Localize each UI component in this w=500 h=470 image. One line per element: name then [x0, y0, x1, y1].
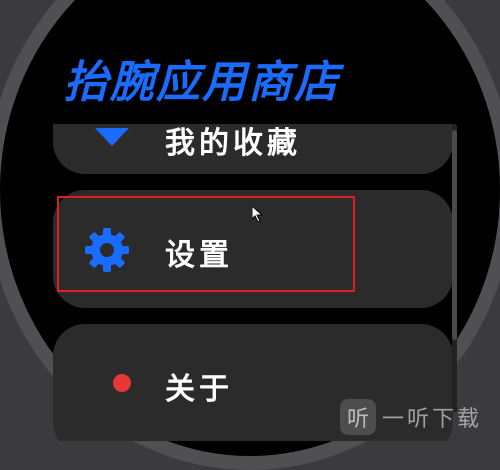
selection-highlight — [57, 196, 355, 292]
mouse-cursor-icon — [252, 206, 264, 222]
page-title: 抬腕应用商店 — [64, 57, 340, 108]
watermark-text: 一听下载 — [382, 406, 483, 432]
menu-item-label: 我的收藏 — [165, 126, 301, 161]
watermark-logo: 听 — [340, 398, 376, 435]
scrollbar[interactable] — [452, 124, 457, 412]
watermark: 听 一听下载 — [336, 392, 500, 441]
menu-item-favorites[interactable]: 我的收藏 — [53, 124, 453, 174]
scrollbar-thumb[interactable] — [452, 130, 457, 340]
menu-item-label: 关于 — [165, 372, 233, 407]
diamond-icon — [95, 128, 129, 146]
red-dot-icon — [113, 374, 131, 392]
